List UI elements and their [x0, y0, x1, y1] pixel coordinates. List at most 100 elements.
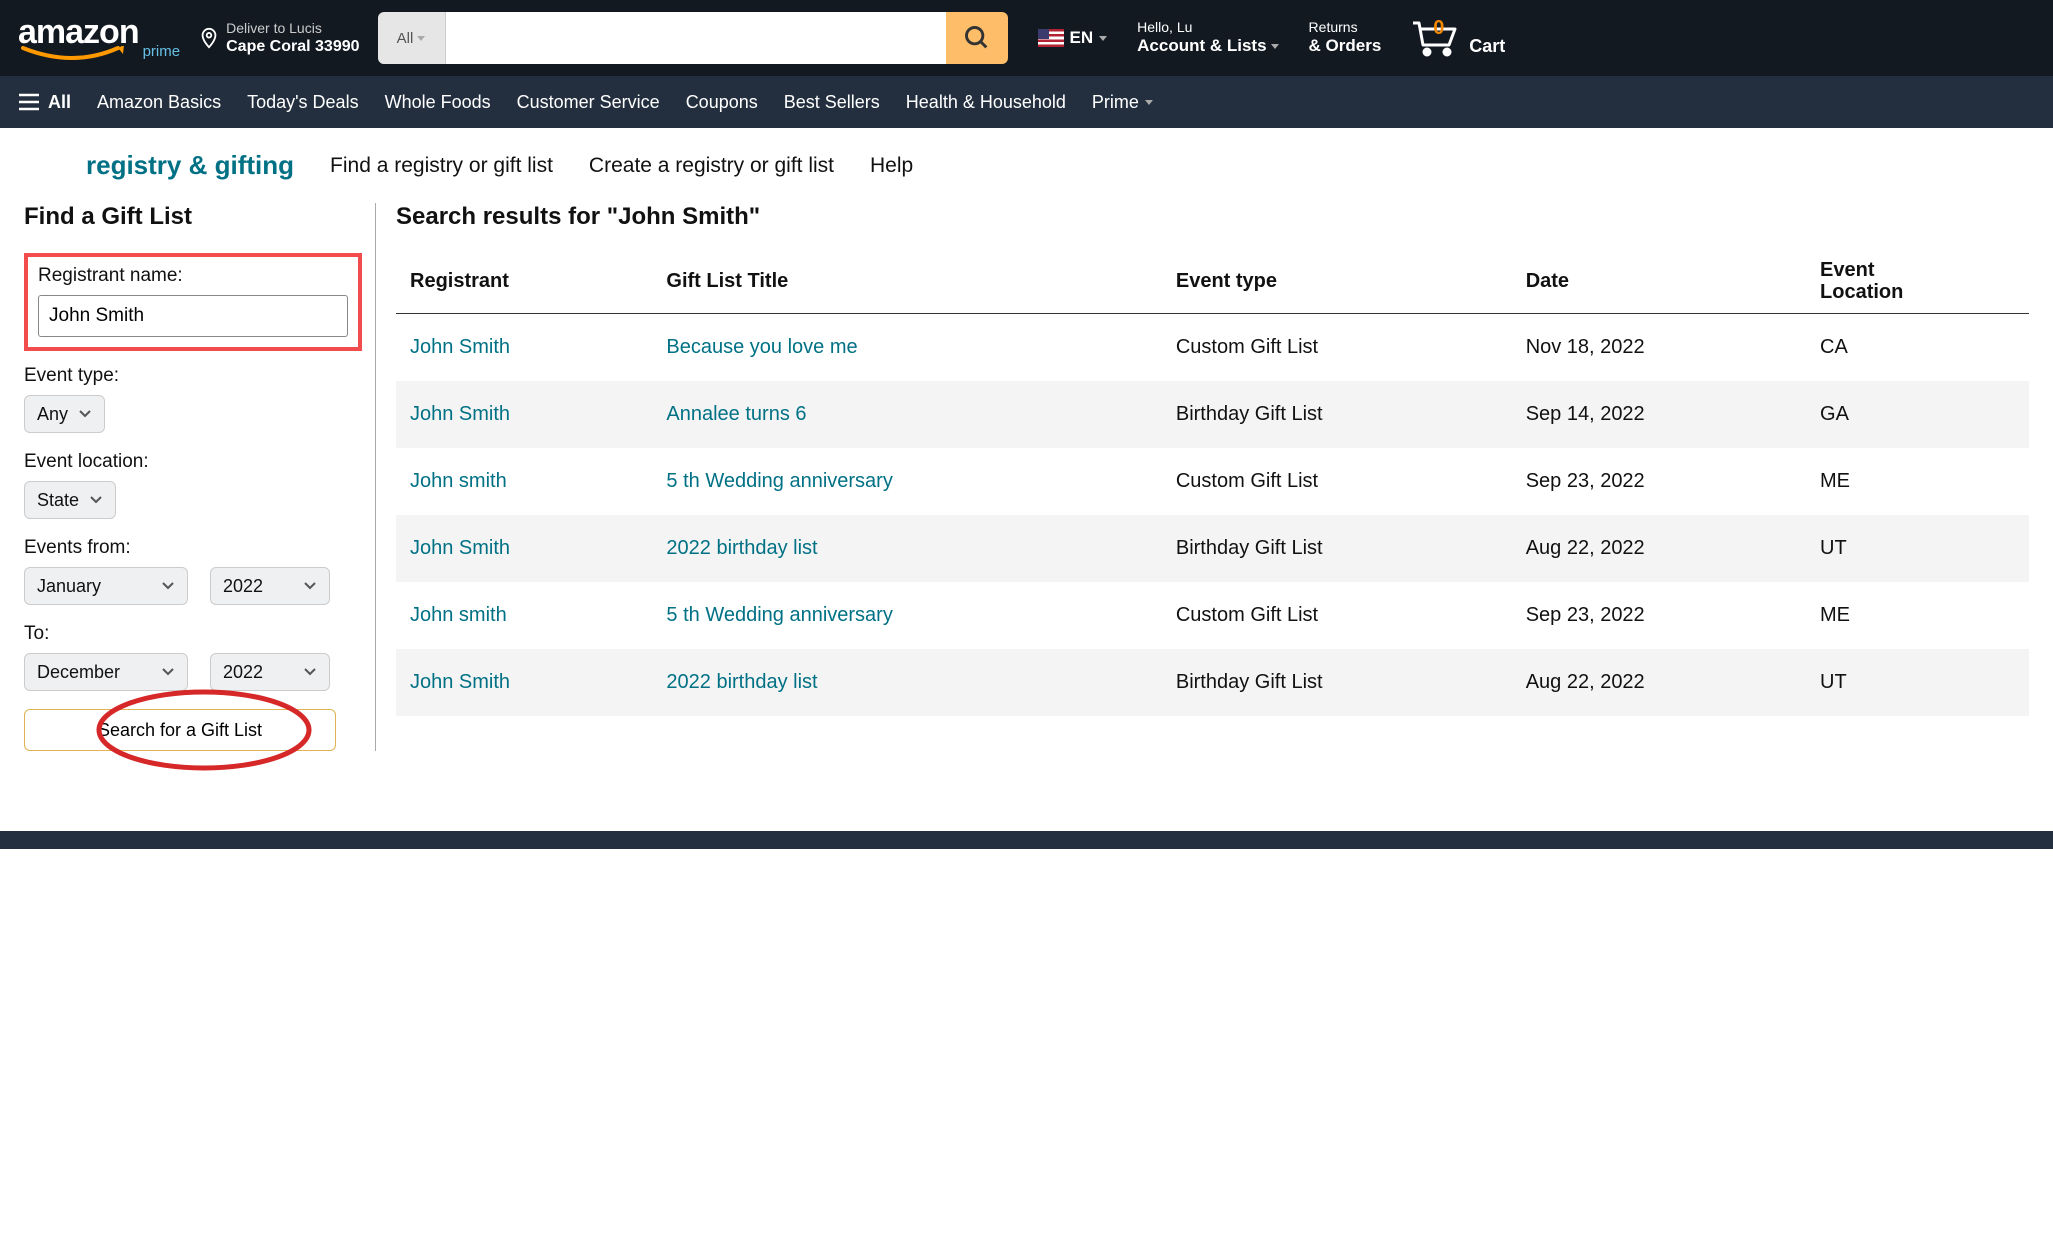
event-location-label: Event location: — [24, 451, 355, 473]
search-sidebar: Find a Gift List Registrant name: Event … — [24, 203, 376, 751]
event-type-value: Any — [37, 404, 68, 425]
deliver-line2: Cape Coral 33990 — [226, 37, 359, 56]
location-cell: UT — [1806, 649, 2029, 716]
col-title: Gift List Title — [652, 249, 1161, 314]
cart-label: Cart — [1469, 36, 1505, 57]
registrant-link[interactable]: John smith — [410, 470, 507, 492]
event-type-cell: Birthday Gift List — [1162, 381, 1512, 448]
search-input[interactable] — [446, 12, 946, 64]
date-cell: Sep 23, 2022 — [1512, 582, 1806, 649]
hamburger-icon — [18, 93, 40, 111]
to-year-select[interactable]: 2022 — [210, 653, 330, 691]
col-location: Event Location — [1806, 249, 2029, 314]
registrant-link[interactable]: John Smith — [410, 336, 510, 358]
search-icon — [963, 24, 991, 52]
to-month-value: December — [37, 662, 120, 683]
results-panel: Search results for "John Smith" Registra… — [376, 203, 2029, 751]
nav-all[interactable]: All — [18, 92, 71, 113]
event-type-select[interactable]: Any — [24, 395, 105, 433]
chevron-down-icon — [89, 495, 103, 505]
returns-orders[interactable]: Returns & Orders — [1309, 19, 1382, 56]
logo-text: amazon — [18, 13, 139, 51]
account-menu[interactable]: Hello, Lu Account & Lists — [1137, 19, 1278, 56]
nav-whole-foods[interactable]: Whole Foods — [385, 92, 491, 113]
nav-coupons[interactable]: Coupons — [686, 92, 758, 113]
account-greeting: Hello, Lu — [1137, 19, 1278, 36]
annotation-circle-search: Search for a Gift List — [24, 709, 336, 751]
location-cell: ME — [1806, 582, 2029, 649]
caret-down-icon — [1271, 44, 1279, 49]
date-cell: Sep 14, 2022 — [1512, 381, 1806, 448]
chevron-down-icon — [161, 667, 175, 677]
col-location-l2: Location — [1820, 281, 2015, 303]
giftlist-title-link[interactable]: 5 th Wedding anniversary — [666, 604, 892, 626]
nav-all-label: All — [48, 92, 71, 113]
nav-todays-deals[interactable]: Today's Deals — [247, 92, 359, 113]
amazon-logo[interactable]: amazon prime — [18, 13, 180, 64]
date-cell: Sep 23, 2022 — [1512, 448, 1806, 515]
from-month-value: January — [37, 576, 101, 597]
giftlist-title-link[interactable]: Because you love me — [666, 336, 857, 358]
registrant-link[interactable]: John Smith — [410, 671, 510, 693]
regnav-create[interactable]: Create a registry or gift list — [589, 154, 834, 178]
giftlist-title-link[interactable]: 2022 birthday list — [666, 537, 817, 559]
nav-prime[interactable]: Prime — [1092, 92, 1153, 113]
registrant-link[interactable]: John Smith — [410, 403, 510, 425]
from-year-select[interactable]: 2022 — [210, 567, 330, 605]
to-label: To: — [24, 623, 355, 645]
nav-health-household[interactable]: Health & Household — [906, 92, 1066, 113]
search-category-dropdown[interactable]: All — [378, 12, 446, 64]
cart[interactable]: 0 Cart — [1411, 19, 1505, 57]
giftlist-title-link[interactable]: 2022 birthday list — [666, 671, 817, 693]
location-cell: CA — [1806, 314, 2029, 382]
deliver-to[interactable]: Deliver to Lucis Cape Coral 33990 — [198, 20, 359, 56]
registry-nav: registry & gifting Find a registry or gi… — [0, 128, 2053, 203]
chevron-down-icon — [303, 667, 317, 677]
deliver-line1: Deliver to Lucis — [226, 20, 359, 37]
nav-amazon-basics[interactable]: Amazon Basics — [97, 92, 221, 113]
giftlist-title-link[interactable]: 5 th Wedding anniversary — [666, 470, 892, 492]
date-cell: Aug 22, 2022 — [1512, 515, 1806, 582]
giftlist-title-link[interactable]: Annalee turns 6 — [666, 403, 806, 425]
event-type-label: Event type: — [24, 365, 355, 387]
sub-nav: All Amazon Basics Today's Deals Whole Fo… — [0, 76, 2053, 128]
registry-title[interactable]: registry & gifting — [86, 150, 294, 181]
col-registrant: Registrant — [396, 249, 652, 314]
main-content: Find a Gift List Registrant name: Event … — [0, 203, 2053, 791]
event-type-cell: Custom Gift List — [1162, 314, 1512, 382]
language-label: EN — [1070, 28, 1094, 48]
registrant-link[interactable]: John Smith — [410, 537, 510, 559]
results-title: Search results for "John Smith" — [396, 203, 2029, 231]
nav-customer-service[interactable]: Customer Service — [517, 92, 660, 113]
language-selector[interactable]: EN — [1038, 28, 1108, 48]
deliver-text: Deliver to Lucis Cape Coral 33990 — [226, 20, 359, 56]
col-location-l1: Event — [1820, 259, 2015, 281]
location-cell: UT — [1806, 515, 2029, 582]
table-row: John smith5 th Wedding anniversaryCustom… — [396, 448, 2029, 515]
search-giftlist-button[interactable]: Search for a Gift List — [24, 709, 336, 751]
location-cell: GA — [1806, 381, 2029, 448]
flag-us-icon — [1038, 29, 1064, 47]
regnav-find[interactable]: Find a registry or gift list — [330, 154, 553, 178]
chevron-down-icon — [303, 581, 317, 591]
registrant-link[interactable]: John smith — [410, 604, 507, 626]
event-type-cell: Custom Gift List — [1162, 582, 1512, 649]
registrant-label: Registrant name: — [38, 265, 348, 287]
events-from-label: Events from: — [24, 537, 355, 559]
search-button[interactable] — [946, 12, 1008, 64]
location-cell: ME — [1806, 448, 2029, 515]
regnav-help[interactable]: Help — [870, 154, 913, 178]
registrant-name-input[interactable] — [38, 295, 348, 337]
table-row: John Smith Because you love me Custom Gift… — [396, 314, 2029, 382]
caret-down-icon — [1145, 100, 1153, 105]
nav-best-sellers[interactable]: Best Sellers — [784, 92, 880, 113]
table-row: John Smith Annalee turns 6 Birthday Gift L… — [396, 381, 2029, 448]
table-row: John Smith 2022 birthday list Birthday Gif… — [396, 515, 2029, 582]
to-month-select[interactable]: December — [24, 653, 188, 691]
nav-prime-label: Prime — [1092, 92, 1139, 113]
event-type-cell: Birthday Gift List — [1162, 515, 1512, 582]
from-month-select[interactable]: January — [24, 567, 188, 605]
table-row: John smith 5 th Wedding anniversary Custom… — [396, 582, 2029, 649]
event-location-select[interactable]: State — [24, 481, 116, 519]
col-date: Date — [1512, 249, 1806, 314]
